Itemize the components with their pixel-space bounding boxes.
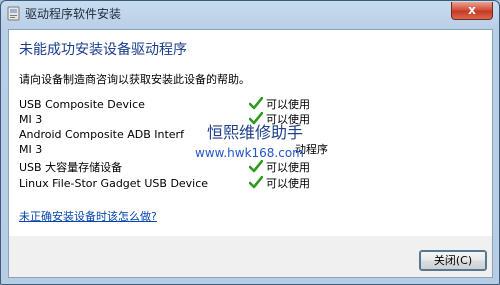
- window-close-button[interactable]: x: [451, 2, 493, 20]
- device-status-label: 可以使用: [266, 98, 310, 111]
- device-status-label: 可以使用: [266, 161, 310, 174]
- help-link[interactable]: 未正确安装设备时该怎么做?: [19, 210, 157, 224]
- watermark-title: 恒熙维修助手: [207, 123, 304, 142]
- close-button[interactable]: 关闭(C): [419, 250, 487, 271]
- device-row: USB 大容量存储设备 可以使用: [19, 160, 489, 175]
- device-status: 可以使用: [249, 97, 310, 112]
- device-row: Linux File-Stor Gadget USB Device 可以使用: [19, 176, 489, 191]
- device-name: USB Composite Device: [19, 98, 145, 111]
- checkmark-icon: [249, 176, 263, 189]
- device-status-label: 可以使用: [266, 177, 310, 190]
- content-panel: 未能成功安装设备驱动程序 请向设备制造商咨询以获取安装此设备的帮助。 USB C…: [9, 30, 492, 236]
- device-row: USB Composite Device 可以使用: [19, 97, 489, 112]
- device-status: 可以使用: [249, 176, 310, 191]
- description-text: 请向设备制造商咨询以获取安装此设备的帮助。: [19, 73, 250, 86]
- device-name: MI 3: [19, 113, 43, 126]
- device-name: Linux File-Stor Gadget USB Device: [19, 177, 209, 190]
- main-heading: 未能成功安装设备驱动程序: [19, 42, 187, 58]
- title-bar[interactable]: 驱动程序软件安装 x: [1, 1, 499, 27]
- device-name: Android Composite ADB Interf: [19, 128, 184, 141]
- checkmark-icon: [249, 160, 263, 173]
- watermark-url: www.hwk168.com: [195, 146, 304, 160]
- device-driver-icon: [7, 6, 20, 21]
- device-name: USB 大容量存储设备: [19, 161, 123, 174]
- device-status: 可以使用: [249, 160, 310, 175]
- dialog-client-area: 未能成功安装设备驱动程序 请向设备制造商咨询以获取安装此设备的帮助。 USB C…: [8, 29, 493, 278]
- checkmark-icon: [249, 97, 263, 110]
- driver-install-dialog: 驱动程序软件安装 x 未能成功安装设备驱动程序 请向设备制造商咨询以获取安装此设…: [0, 0, 500, 285]
- window-title: 驱动程序软件安装: [25, 7, 122, 21]
- device-name: MI 3: [19, 143, 43, 156]
